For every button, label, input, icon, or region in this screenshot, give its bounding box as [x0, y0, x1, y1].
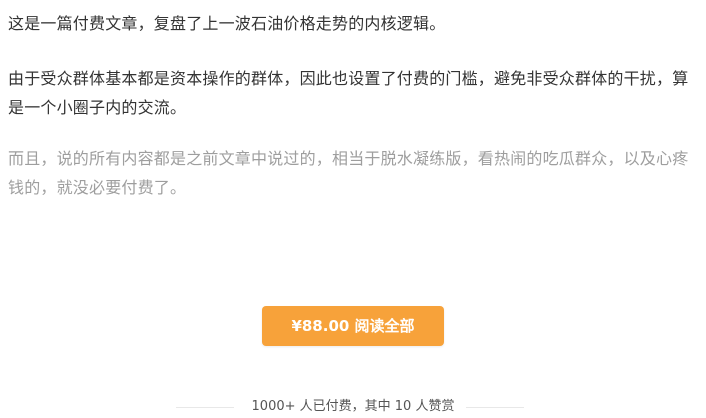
payment-stats: 1000+ 人已付费，其中 10 人赞赏 — [0, 396, 706, 418]
article-page: { "article": { "paragraphs": [ "这是一篇付费文章… — [0, 0, 706, 417]
payment-stats-text: 1000+ 人已付费，其中 10 人赞赏 — [251, 399, 455, 414]
article-paragraph-note: 而且，说的所有内容都是之前文章中说过的，相当于脱水凝练版，看热闹的吃瓜群众，以及… — [8, 149, 689, 197]
article-paragraph-intro: 这是一篇付费文章，复盘了上一波石油价格走势的内核逻辑。 — [8, 14, 446, 33]
paywall: ¥88.00 阅读全部 — [0, 306, 706, 346]
article-paragraph-audience: 由于受众群体基本都是资本操作的群体，因此也设置了付费的门槛，避免非受众群体的干扰… — [8, 69, 689, 117]
read-all-pay-button[interactable]: ¥88.00 阅读全部 — [262, 306, 444, 346]
stats-divider-right — [466, 407, 524, 408]
